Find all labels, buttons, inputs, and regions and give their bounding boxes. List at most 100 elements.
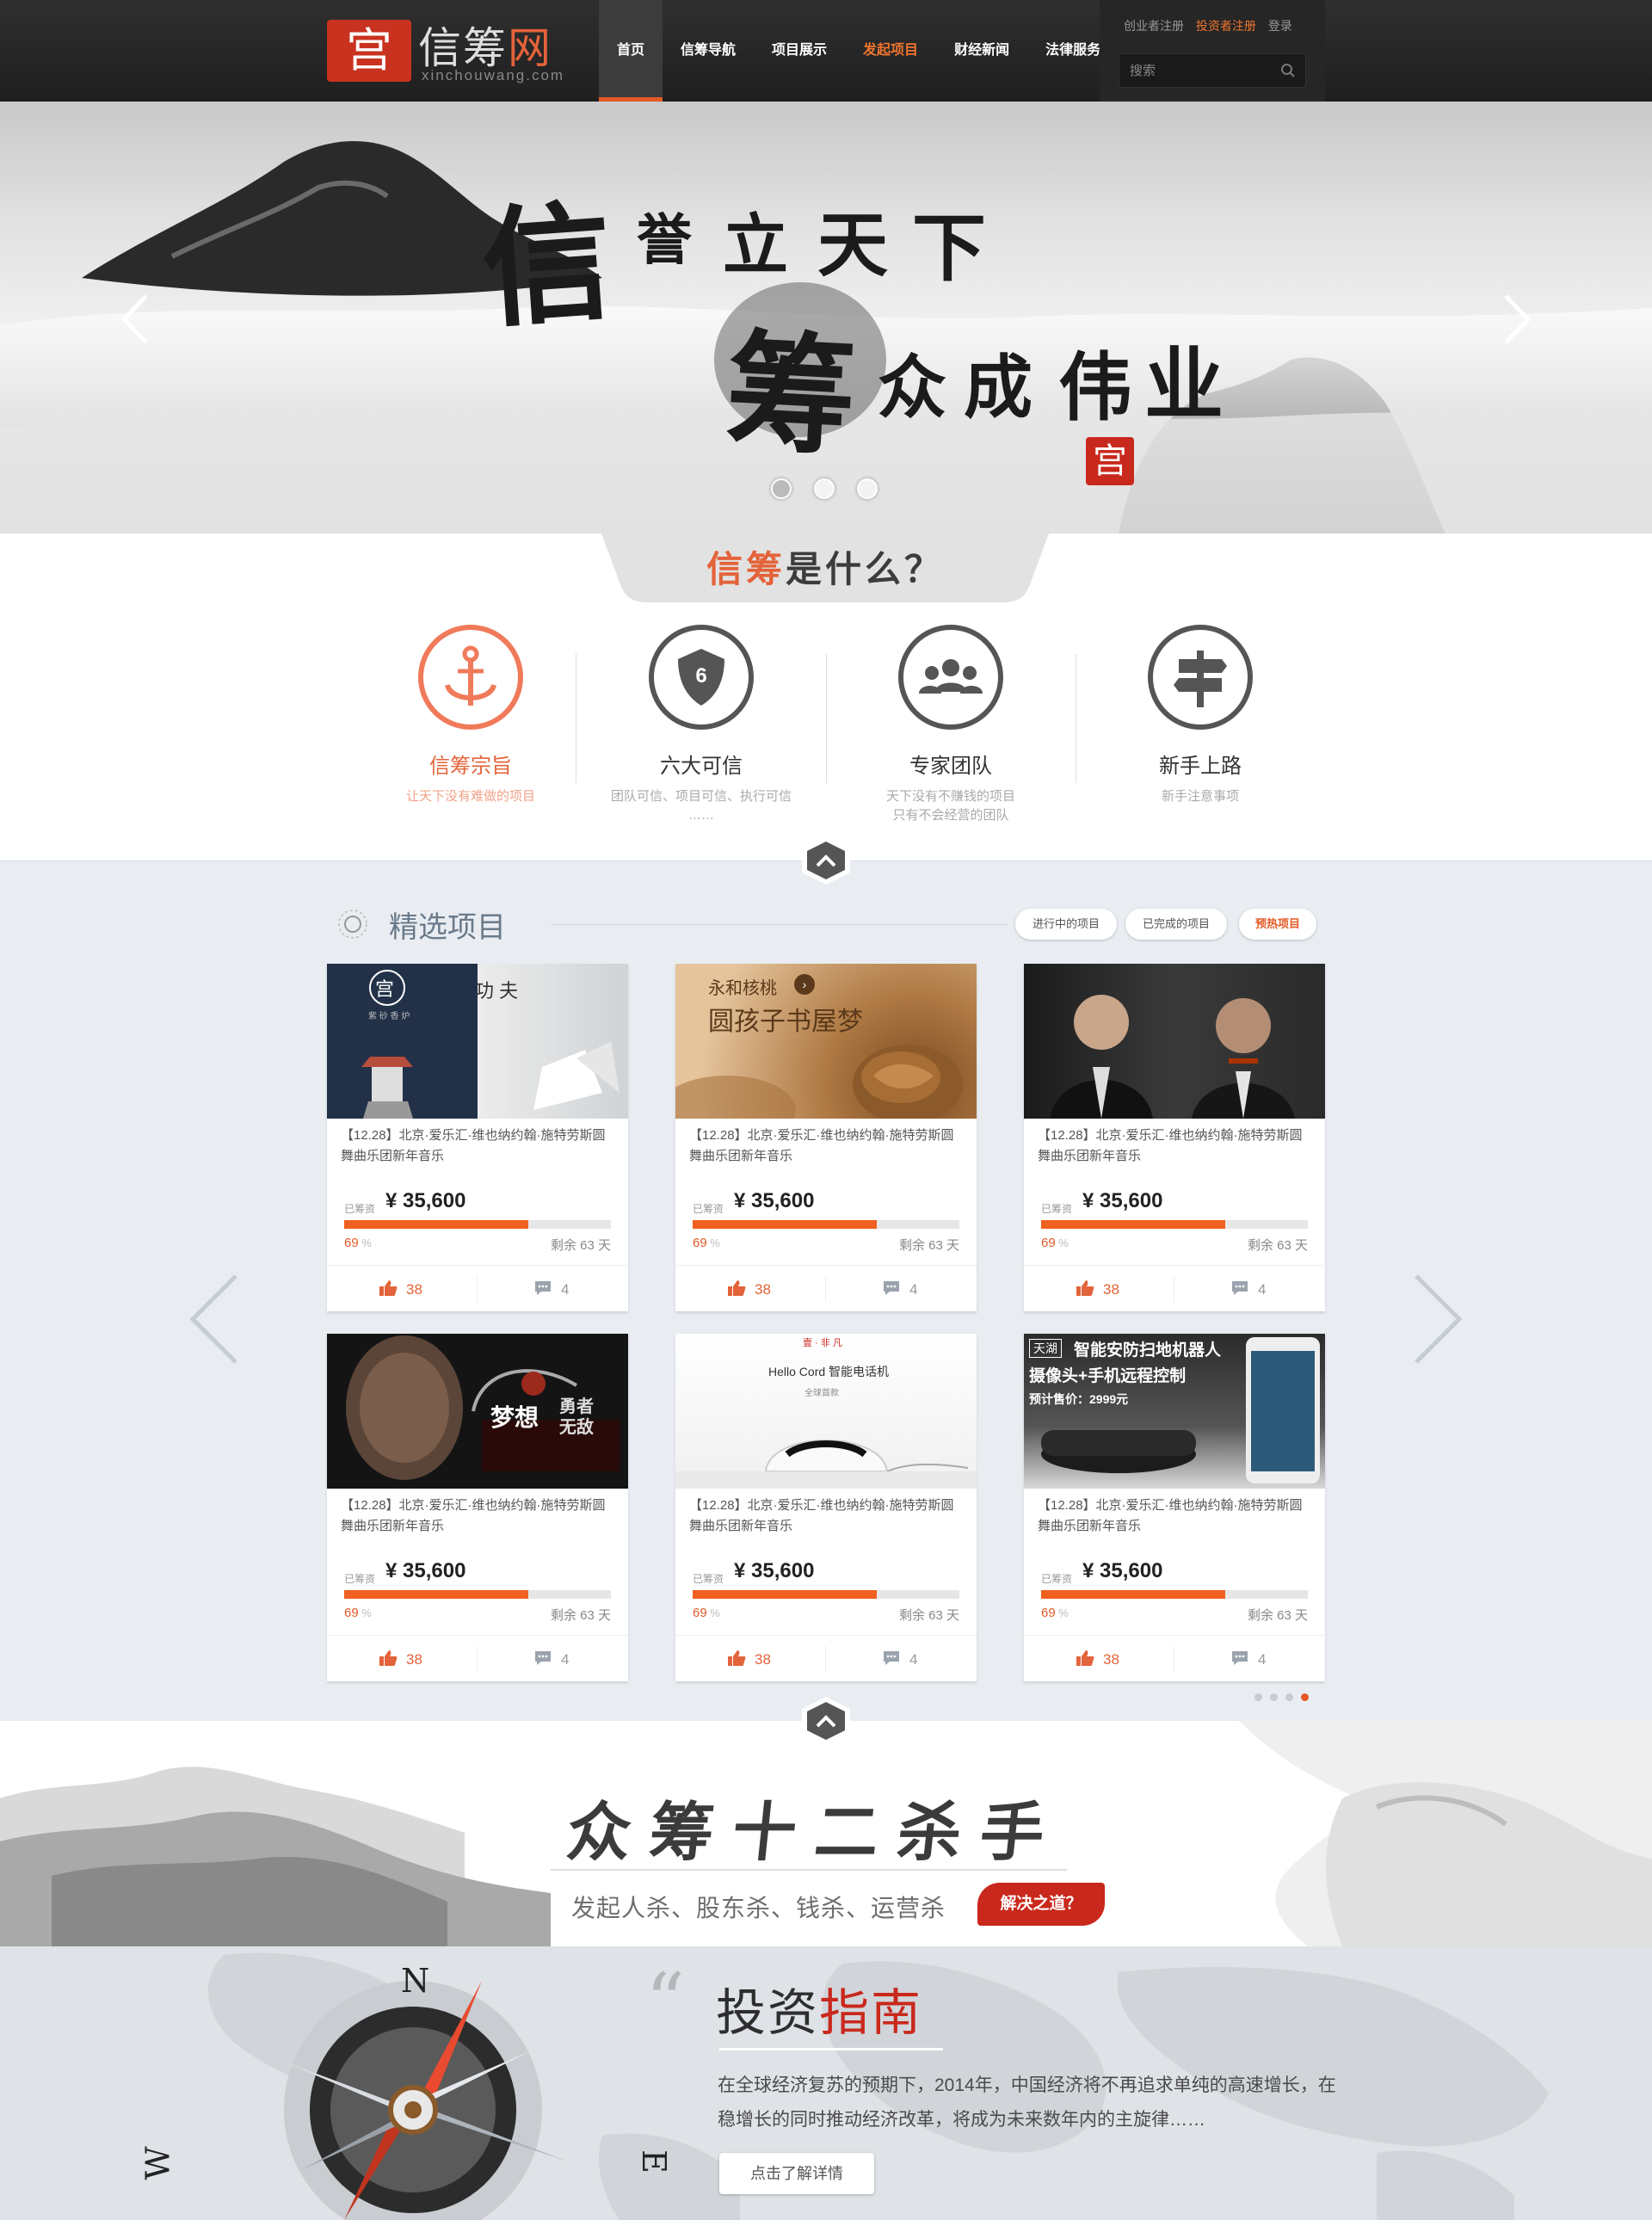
feature-title: 信筹宗旨 [429, 755, 512, 778]
like-button[interactable]: 38 [379, 1650, 422, 1668]
feature-six-credibility[interactable]: 6 六大可信 团队可信、项目可信、执行可信 …… [576, 625, 826, 825]
projects-next-arrow[interactable] [1408, 1272, 1468, 1366]
comment-count: 4 [561, 1281, 570, 1298]
like-button[interactable]: 38 [727, 1650, 771, 1668]
image-caption: 智能安防扫地机器人 [1074, 1341, 1222, 1360]
project-card[interactable]: 壹 · 非 凡 Hello Cord 智能电话机 全球首款 【12.28】北京·… [675, 1334, 977, 1681]
project-description: 【12.28】北京·爱乐汇·维也纳约翰·施特劳斯圆舞曲乐团新年音乐 [1038, 1498, 1303, 1533]
tab-preheat[interactable]: 预热项目 [1239, 909, 1316, 940]
feature-desc: 团队可信、项目可信、执行可信 …… [576, 787, 826, 825]
guide-title: 投资指南 [716, 1972, 922, 2044]
project-card[interactable]: 梦想 勇者 无敌 【12.28】北京·爱乐汇·维也纳约翰·施特劳斯圆舞曲乐团新年… [327, 1334, 628, 1681]
raised-label: 已筹资 [344, 1203, 376, 1215]
comment-icon [535, 1281, 551, 1295]
projects-prev-arrow[interactable] [184, 1272, 244, 1366]
tab-completed[interactable]: 已完成的项目 [1125, 909, 1227, 940]
calligraphy-char: 天 [817, 204, 889, 287]
what-title-rest: 是什么？ [786, 549, 945, 589]
feature-desc-line: 天下没有不赚钱的项目 [885, 789, 1015, 804]
comment-button[interactable]: 4 [882, 1650, 917, 1668]
raised-label: 已筹资 [344, 1573, 376, 1585]
card-footer: 38 4 [327, 1265, 628, 1311]
percent-unit: % [706, 1606, 720, 1619]
play-icon: › [794, 974, 815, 995]
progress-percent: 69 % [693, 1606, 720, 1620]
feature-title: 六大可信 [660, 755, 743, 778]
search-input[interactable] [1130, 61, 1276, 80]
progress-percent: 69 % [693, 1236, 720, 1250]
footer-divider [825, 1276, 826, 1302]
collapse-toggle-button[interactable] [798, 835, 854, 886]
hero-next-arrow[interactable] [1495, 289, 1538, 349]
progress-bar [693, 1220, 959, 1229]
project-description: 【12.28】北京·爱乐汇·维也纳约翰·施特劳斯圆舞曲乐团新年音乐 [689, 1128, 954, 1163]
what-title: 信筹是什么？ [599, 540, 1051, 593]
killers-subtitle: 发起人杀、股东杀、钱杀、运营杀 [571, 1895, 946, 1921]
like-count: 38 [1103, 1281, 1119, 1298]
project-description: 【12.28】北京·爱乐汇·维也纳约翰·施特劳斯圆舞曲乐团新年音乐 [341, 1128, 606, 1163]
like-count: 38 [406, 1651, 422, 1668]
projects-page-dot[interactable] [1254, 1693, 1262, 1701]
progress-bar [344, 1220, 611, 1229]
login-link[interactable]: 登录 [1268, 19, 1292, 33]
days-remaining: 剩余 63 天 [550, 1238, 611, 1253]
logo-domain: xinchouwang.com [422, 67, 565, 83]
tab-in-progress[interactable]: 进行中的项目 [1015, 909, 1117, 940]
image-caption: 无敌 [559, 1418, 594, 1437]
comment-icon [884, 1651, 899, 1665]
project-card[interactable]: 永和核桃 › 圆孩子书屋梦 【12.28】北京·爱乐汇·维也纳约翰·施特劳斯圆舞… [675, 964, 977, 1311]
comment-button[interactable]: 4 [882, 1280, 917, 1298]
nav-home[interactable]: 首页 [599, 0, 663, 102]
image-caption: 功 夫 [475, 980, 519, 1002]
projects-page-dot[interactable] [1270, 1693, 1278, 1701]
investor-register-link[interactable]: 投资者注册 [1196, 19, 1256, 33]
guide-title-rule [719, 2048, 943, 2050]
projects-page-dot[interactable] [1301, 1693, 1309, 1701]
feature-mission[interactable]: 信筹宗旨 让天下没有难做的项目 [346, 625, 595, 806]
like-button[interactable]: 38 [1076, 1280, 1119, 1298]
learn-more-button[interactable]: 点击了解详情 [719, 2153, 874, 2194]
like-button[interactable]: 38 [727, 1280, 771, 1298]
what-title-highlight: 信筹 [706, 549, 786, 589]
nav-finance-news[interactable]: 财经新闻 [936, 0, 1027, 102]
collapse-toggle-button[interactable] [798, 1695, 854, 1747]
comment-button[interactable]: 4 [1230, 1280, 1266, 1298]
calligraphy-char: 业 [1144, 338, 1224, 431]
hero-prev-arrow[interactable] [114, 289, 157, 349]
progress-bar [1041, 1220, 1308, 1229]
percent-value: 69 [344, 1236, 359, 1250]
project-card[interactable]: 天湖 智能安防扫地机器人 摄像头+手机远程控制 预计售价：2999元 【12.2… [1024, 1334, 1325, 1681]
hero-slide-dot[interactable] [814, 478, 835, 499]
hero-slide-dot[interactable] [857, 478, 878, 499]
days-remaining: 剩余 63 天 [898, 1238, 959, 1253]
nav-guide[interactable]: 信筹导航 [663, 0, 754, 102]
comment-button[interactable]: 4 [533, 1280, 569, 1298]
feature-title: 新手上路 [1159, 755, 1242, 778]
calligraphy-char: 下 [912, 205, 986, 292]
project-card[interactable]: 【12.28】北京·爱乐汇·维也纳约翰·施特劳斯圆舞曲乐团新年音乐 已筹资 ¥ … [1024, 964, 1325, 1311]
progress-fill [344, 1220, 528, 1229]
nav-launch-project[interactable]: 发起项目 [845, 0, 936, 102]
project-card[interactable]: 宫 功 夫 紫 砂 香 炉 【12.28】北京·爱乐汇·维也纳约翰·施特劳斯圆舞… [327, 964, 628, 1311]
logo-mark[interactable]: 宫 [327, 20, 411, 82]
hero-slide-dot[interactable] [771, 478, 792, 499]
projects-page-dot[interactable] [1285, 1693, 1293, 1701]
comment-icon [884, 1281, 899, 1295]
project-description: 【12.28】北京·爱乐汇·维也纳约翰·施特劳斯圆舞曲乐团新年音乐 [689, 1498, 954, 1533]
feature-beginner[interactable]: 新手上路 新手注意事项 [1076, 625, 1325, 806]
feature-expert-team[interactable]: 专家团队 天下没有不赚钱的项目 只有不会经营的团队 [826, 625, 1076, 825]
solution-button[interactable]: 解决之道？ [977, 1883, 1105, 1926]
search-icon[interactable] [1279, 62, 1297, 79]
nav-projects[interactable]: 项目展示 [754, 0, 845, 102]
entrepreneur-register-link[interactable]: 创业者注册 [1124, 19, 1184, 33]
progress-percent: 69 % [344, 1236, 372, 1250]
progress-fill [1041, 1220, 1225, 1229]
footer-divider [477, 1646, 478, 1672]
like-button[interactable]: 38 [1076, 1650, 1119, 1668]
like-button[interactable]: 38 [379, 1280, 422, 1298]
feature-title: 专家团队 [909, 755, 992, 778]
comment-button[interactable]: 4 [533, 1650, 569, 1668]
percent-value: 69 [1041, 1606, 1056, 1620]
comment-button[interactable]: 4 [1230, 1650, 1266, 1668]
guide-title-part1: 投资 [716, 1985, 820, 2041]
